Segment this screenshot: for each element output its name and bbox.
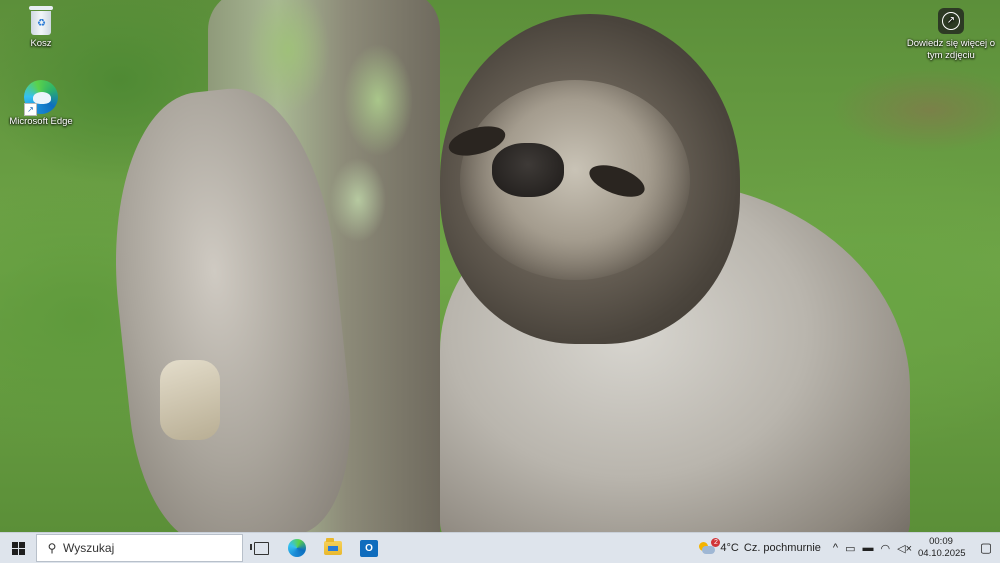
- weather-widget[interactable]: 2 4°C Cz. pochmurnie: [699, 537, 821, 555]
- system-tray: ^ ▭ ▬ ◠ ◁×: [833, 542, 912, 555]
- clock-time: 00:09: [929, 536, 953, 547]
- weather-condition: Cz. pochmurnie: [743, 542, 821, 554]
- search-icon: ⚲: [47, 541, 57, 555]
- shortcut-arrow-icon: ↗: [24, 103, 37, 116]
- search-placeholder: Wyszukaj: [63, 541, 115, 555]
- notification-icon: ▢: [979, 540, 993, 555]
- battery-icon[interactable]: ▬: [863, 542, 874, 554]
- desktop-icon-label: Kosz: [30, 38, 52, 49]
- weather-alert-badge: 2: [711, 537, 721, 547]
- camera-info-icon: ↗: [938, 8, 964, 34]
- edge-icon: [288, 539, 306, 557]
- clock[interactable]: 00:09 04.10.2025: [918, 536, 966, 560]
- weather-temperature: 4°C: [720, 542, 739, 554]
- desktop-icon-edge[interactable]: ↗ Microsoft Edge: [6, 80, 76, 127]
- windows-logo-icon: [11, 541, 25, 555]
- show-hidden-icons-chevron-icon[interactable]: ^: [833, 542, 838, 554]
- task-view-button[interactable]: [243, 533, 279, 563]
- edge-icon: ↗: [24, 80, 58, 116]
- task-view-icon: [249, 541, 269, 555]
- learn-about-picture-label: Dowiedz się więcej o tym zdjęciu: [906, 38, 996, 61]
- desktop-icon-recycle-bin[interactable]: ♻ Kosz: [6, 6, 76, 49]
- desktop-icon-label: Microsoft Edge: [9, 116, 73, 127]
- meet-now-icon[interactable]: ▭: [845, 542, 855, 555]
- clock-date: 04.10.2025: [918, 548, 966, 559]
- desktop-wallpaper: ♻ Kosz ↗ Microsoft Edge ↗ Dowiedz się wi…: [0, 0, 1000, 532]
- taskbar-app-outlook[interactable]: O: [351, 533, 387, 563]
- recycle-bin-icon: ♻: [27, 6, 55, 36]
- taskbar-app-edge[interactable]: [279, 533, 315, 563]
- taskbar: ⚲ Wyszukaj O 2 4°C Cz. pochmurnie ^ ▭ ▬ …: [0, 532, 1000, 563]
- folder-icon: [324, 538, 342, 555]
- weather-icon: 2: [699, 537, 721, 555]
- volume-muted-icon[interactable]: ◁×: [897, 542, 912, 555]
- wallpaper-sloth-claws: [160, 360, 220, 440]
- outlook-icon: O: [360, 539, 378, 557]
- learn-about-picture[interactable]: ↗ Dowiedz się więcej o tym zdjęciu: [902, 8, 1000, 62]
- start-button[interactable]: [0, 533, 36, 563]
- wallpaper-sloth-nose: [492, 143, 564, 197]
- search-box[interactable]: ⚲ Wyszukaj: [36, 534, 243, 562]
- notification-center-button[interactable]: ▢: [972, 533, 1000, 563]
- taskbar-app-file-explorer[interactable]: [315, 533, 351, 563]
- network-wifi-icon[interactable]: ◠: [881, 542, 891, 555]
